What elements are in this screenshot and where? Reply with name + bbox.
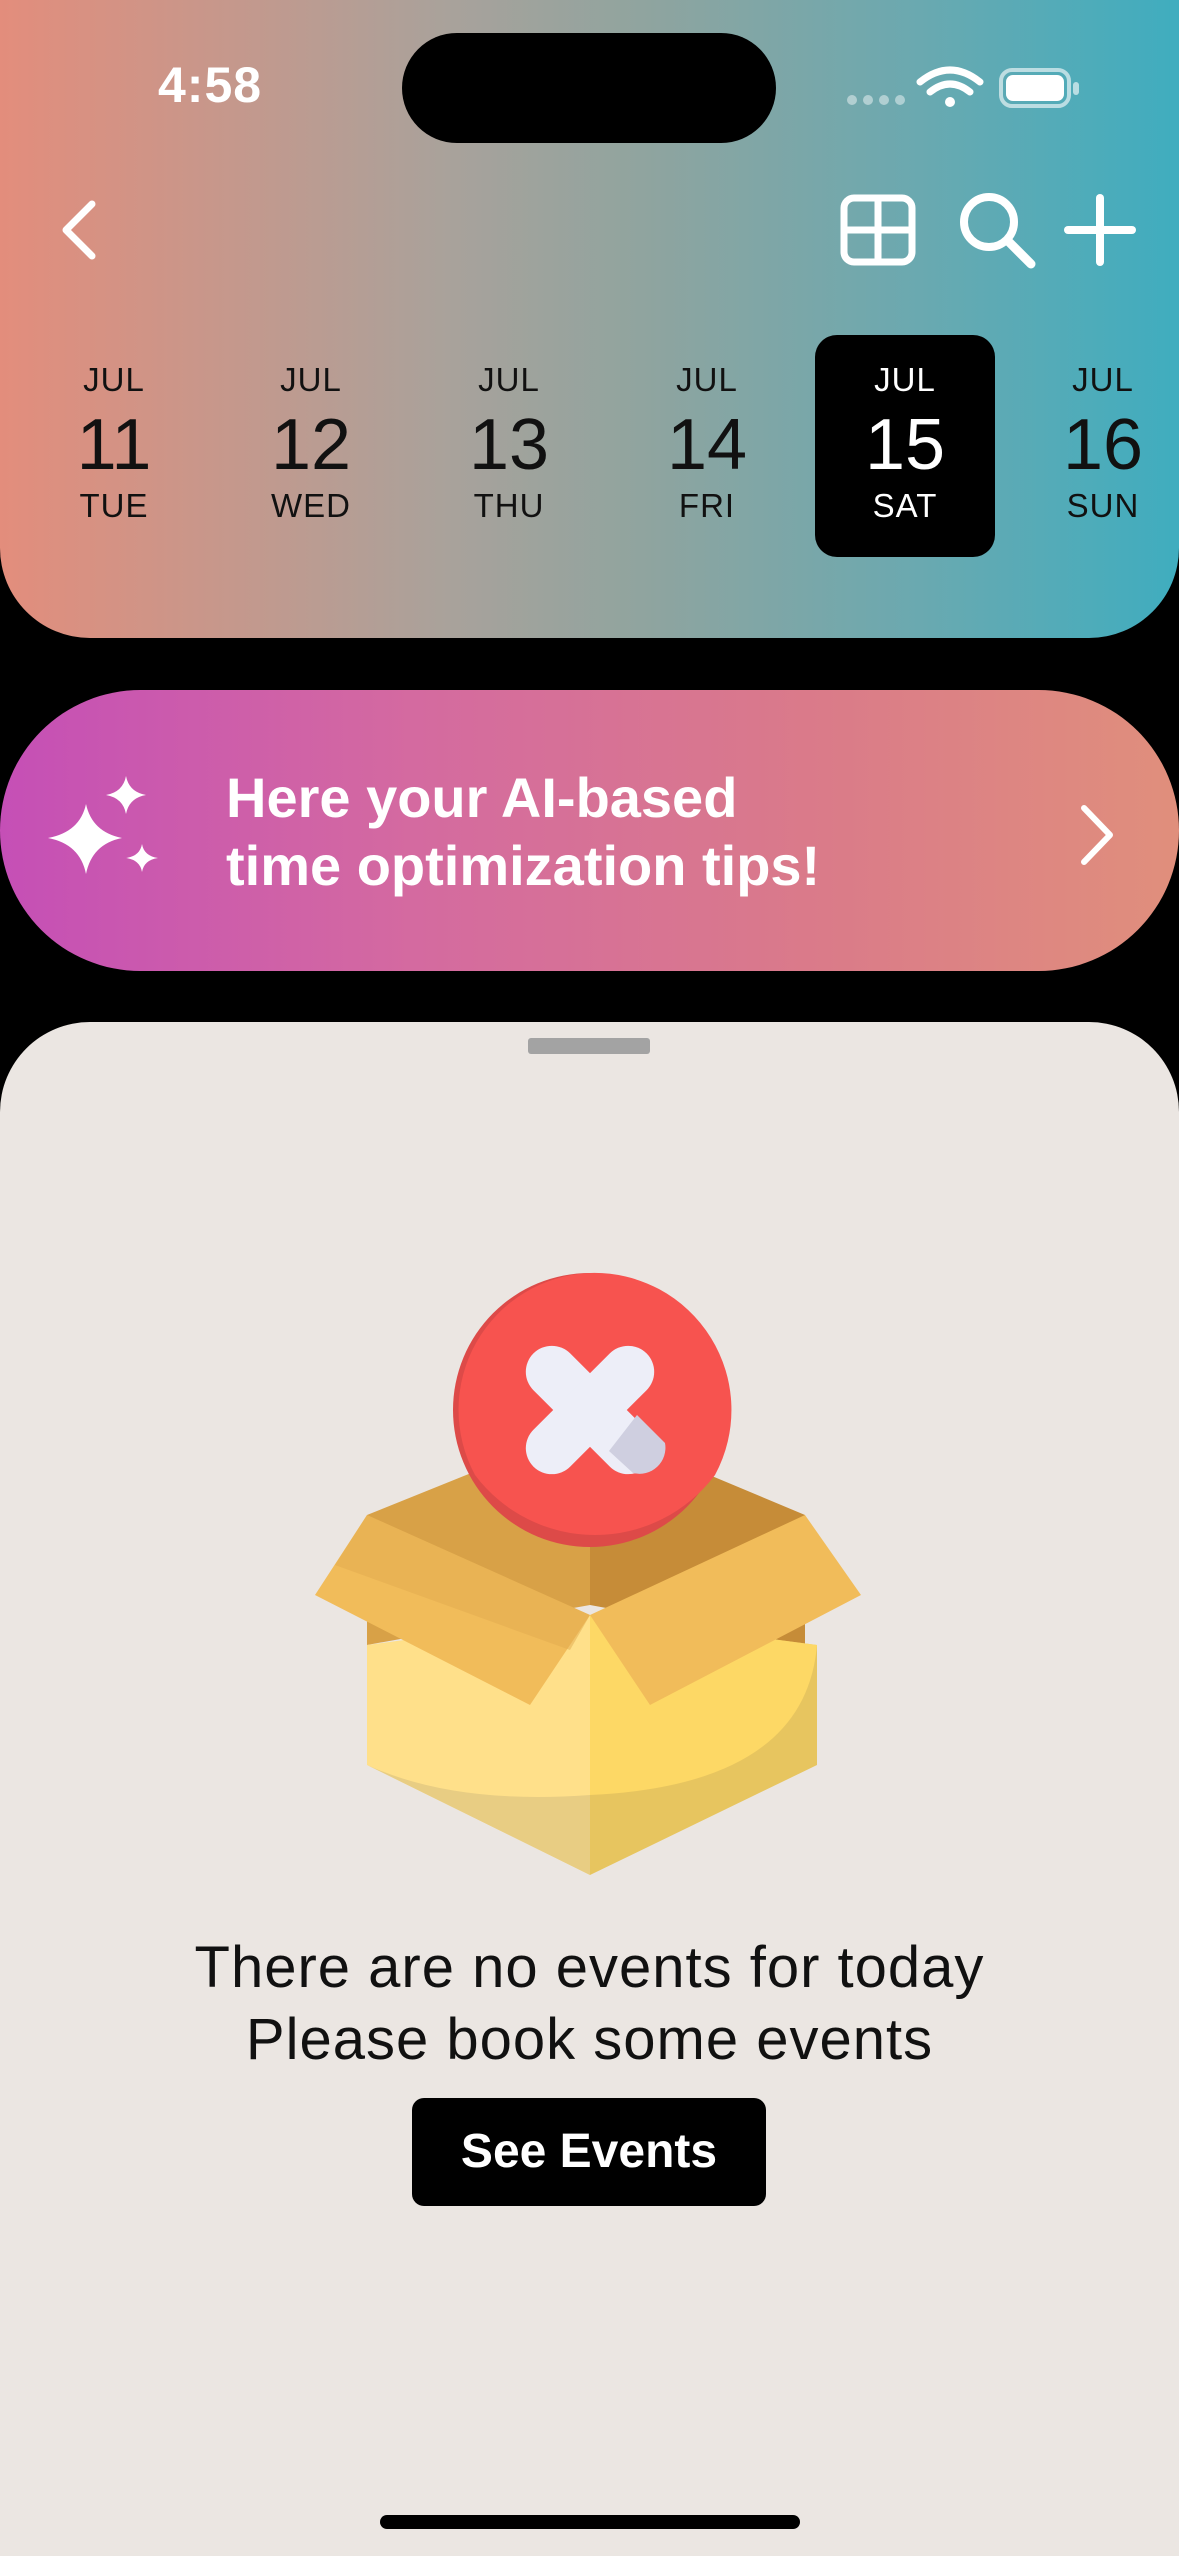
day-number: 16 [1062,405,1144,485]
day-month: JUL [83,361,145,398]
sheet-drag-handle[interactable] [528,1038,650,1054]
empty-box-icon [315,1272,861,1875]
ai-tips-text: Here your AI-based time optimization tip… [226,764,820,900]
day-weekday: SAT [872,487,938,524]
wifi-icon [916,66,984,107]
day-jul-13[interactable]: JUL 13 THU [419,335,599,557]
empty-state-line-2: Please book some events [245,2007,934,2072]
day-weekday: TUE [79,487,149,524]
ai-tips-line-2: time optimization tips! [226,834,821,897]
home-indicator[interactable] [380,2515,800,2529]
day-jul-14[interactable]: JUL 14 FRI [617,335,797,557]
day-weekday: SUN [1066,487,1140,524]
status-icons [847,66,1079,108]
see-events-button[interactable]: See Events [412,2098,766,2206]
plus-icon[interactable] [1060,190,1140,270]
day-number: 14 [666,405,748,485]
search-icon[interactable] [955,188,1040,273]
day-number: 13 [468,405,550,485]
chevron-right-icon[interactable] [1072,800,1122,870]
day-month: JUL [1072,361,1134,398]
day-month: JUL [478,361,540,398]
empty-state-message: There are no events for today Please boo… [0,1932,1179,2076]
day-jul-16[interactable]: JUL 16 SUN [1013,335,1179,557]
dynamic-island [402,33,776,143]
day-month: JUL [874,361,936,398]
sparkles-icon [48,776,158,874]
battery-icon [999,68,1079,108]
date-strip: JUL 11 TUE JUL 12 WED JUL 13 THU JUL 14 … [0,330,1179,560]
ai-tips-line-1: Here your AI-based [226,766,738,829]
day-weekday: THU [473,487,545,524]
chevron-left-icon[interactable] [48,190,108,270]
empty-state-line-1: There are no events for today [194,1935,985,2000]
day-month: JUL [280,361,342,398]
day-number: 11 [76,405,152,485]
cellular-signal-icon [847,95,905,105]
day-jul-15-selected[interactable]: JUL 15 SAT [815,335,995,557]
day-number: 15 [864,405,946,485]
day-month: JUL [676,361,738,398]
day-number: 12 [270,405,352,485]
day-weekday: WED [271,487,351,524]
day-weekday: FRI [678,487,736,524]
status-time: 4:58 [158,57,263,113]
grid-icon[interactable] [838,192,918,272]
day-jul-11[interactable]: JUL 11 TUE [24,335,204,557]
day-jul-12[interactable]: JUL 12 WED [221,335,401,557]
